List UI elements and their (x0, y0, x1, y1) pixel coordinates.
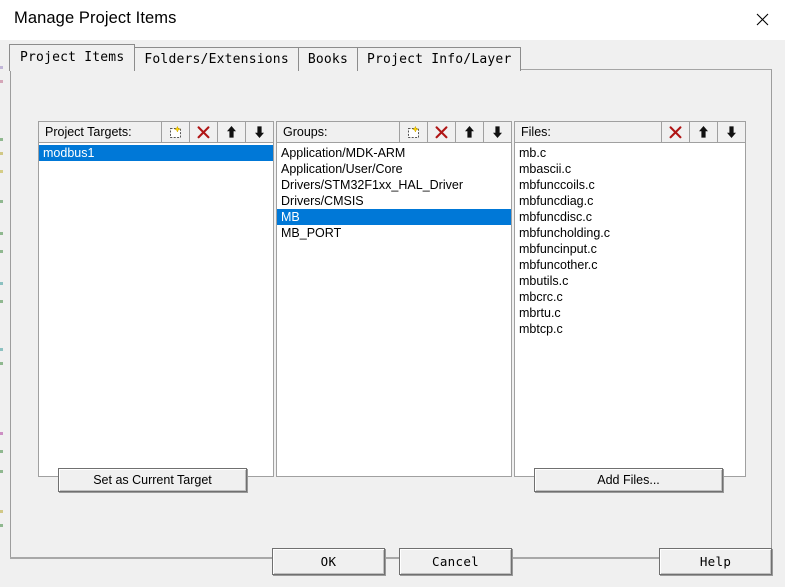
list-item[interactable]: Application/MDK-ARM (277, 145, 511, 161)
files-header: Files: (514, 121, 746, 143)
list-item[interactable]: mbfuncholding.c (515, 225, 745, 241)
cancel-button[interactable]: Cancel (399, 548, 512, 575)
targets-move-down-button[interactable] (245, 122, 273, 142)
files-move-up-button[interactable] (689, 122, 717, 142)
set-as-current-target-button[interactable]: Set as Current Target (58, 468, 247, 492)
list-item[interactable]: mbfuncother.c (515, 257, 745, 273)
project-targets-toolbar (161, 122, 273, 142)
targets-delete-button[interactable] (189, 122, 217, 142)
list-item[interactable]: mbrtu.c (515, 305, 745, 321)
dialog-body: Project Items Folders/Extensions Books P… (0, 40, 785, 587)
help-button[interactable]: Help (659, 548, 772, 575)
groups-move-down-button[interactable] (483, 122, 511, 142)
close-button[interactable] (739, 0, 785, 39)
project-targets-header: Project Targets: (38, 121, 274, 143)
move-down-icon (725, 125, 738, 139)
move-up-icon (697, 125, 710, 139)
files-toolbar (661, 122, 745, 142)
new-item-icon (168, 125, 183, 140)
list-item[interactable]: mbfuncdiag.c (515, 193, 745, 209)
groups-toolbar (399, 122, 511, 142)
list-item[interactable]: mbfuncdisc.c (515, 209, 745, 225)
groups-label: Groups: (283, 125, 328, 139)
delete-icon (196, 125, 211, 140)
files-panel: Files: mb.c mbascii.c mbfunccoils.c mbfu… (514, 121, 746, 477)
close-icon (756, 13, 769, 26)
tab-strip: Project Items Folders/Extensions Books P… (9, 44, 522, 71)
groups-new-item-button[interactable] (399, 122, 427, 142)
list-item[interactable]: mbutils.c (515, 273, 745, 289)
footer-separator (10, 557, 772, 559)
list-item[interactable]: MB (277, 209, 511, 225)
targets-new-item-button[interactable] (161, 122, 189, 142)
list-item[interactable]: Drivers/CMSIS (277, 193, 511, 209)
targets-move-up-button[interactable] (217, 122, 245, 142)
move-down-icon (253, 125, 266, 139)
groups-list[interactable]: Application/MDK-ARM Application/User/Cor… (276, 143, 512, 477)
list-item[interactable]: mbtcp.c (515, 321, 745, 337)
list-item[interactable]: mbfuncinput.c (515, 241, 745, 257)
groups-header: Groups: (276, 121, 512, 143)
add-files-button[interactable]: Add Files... (534, 468, 723, 492)
window-title: Manage Project Items (14, 9, 177, 27)
files-label: Files: (521, 125, 551, 139)
files-delete-button[interactable] (661, 122, 689, 142)
tab-project-info-layer[interactable]: Project Info/Layer (356, 47, 522, 71)
list-item[interactable]: mbcrc.c (515, 289, 745, 305)
project-targets-list[interactable]: modbus1 (38, 143, 274, 477)
tab-books[interactable]: Books (297, 47, 358, 71)
move-up-icon (463, 125, 476, 139)
list-item[interactable]: mb.c (515, 145, 745, 161)
list-item[interactable]: modbus1 (39, 145, 273, 161)
list-item[interactable]: MB_PORT (277, 225, 511, 241)
groups-delete-button[interactable] (427, 122, 455, 142)
list-item[interactable]: mbascii.c (515, 161, 745, 177)
project-targets-label: Project Targets: (45, 125, 132, 139)
ok-button[interactable]: OK (272, 548, 385, 575)
list-item[interactable]: mbfunccoils.c (515, 177, 745, 193)
tab-folders-extensions[interactable]: Folders/Extensions (134, 47, 299, 71)
title-bar: Manage Project Items (0, 0, 785, 41)
delete-icon (668, 125, 683, 140)
project-targets-panel: Project Targets: modbus1 (38, 121, 274, 477)
files-move-down-button[interactable] (717, 122, 745, 142)
new-item-icon (406, 125, 421, 140)
files-list[interactable]: mb.c mbascii.c mbfunccoils.c mbfuncdiag.… (514, 143, 746, 477)
groups-move-up-button[interactable] (455, 122, 483, 142)
list-item[interactable]: Drivers/STM32F1xx_HAL_Driver (277, 177, 511, 193)
move-up-icon (225, 125, 238, 139)
move-down-icon (491, 125, 504, 139)
list-item[interactable]: Application/User/Core (277, 161, 511, 177)
groups-panel: Groups: Application/MDK-ARM Application/… (276, 121, 512, 477)
delete-icon (434, 125, 449, 140)
tab-project-items[interactable]: Project Items (9, 44, 136, 71)
